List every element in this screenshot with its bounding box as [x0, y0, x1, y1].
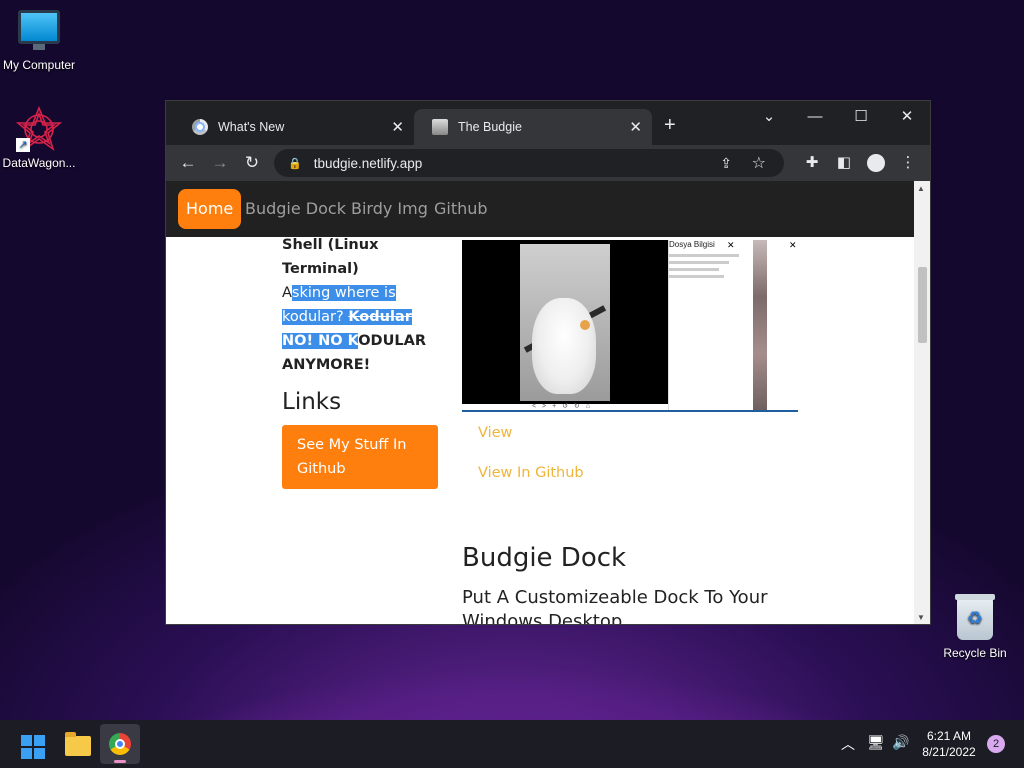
tab-strip: What's New ✕ The Budgie ✕ + ⌄ — ☐ ✕: [166, 101, 930, 145]
project-screenshot: Dosya Bilgisi ✕ ✕ < > + ↺ ↻ ⌂: [462, 240, 798, 412]
reload-button[interactable]: ↻: [240, 151, 264, 175]
back-button[interactable]: ←: [176, 151, 200, 175]
address-bar[interactable]: 🔒 tbudgie.netlify.app ⇪ ☆: [274, 149, 784, 177]
tab-title: The Budgie: [458, 120, 522, 134]
network-icon[interactable]: 🖥: [867, 734, 885, 751]
budgie-favicon: [432, 119, 448, 135]
heading-text: Terminal): [282, 261, 359, 277]
chrome-taskbar-button[interactable]: [100, 724, 140, 764]
nav-github[interactable]: Github: [434, 189, 488, 229]
view-in-github-link[interactable]: View In Github: [478, 465, 584, 481]
running-indicator: [114, 760, 126, 763]
see-my-stuff-github-button[interactable]: See My Stuff In Github: [282, 425, 438, 489]
show-hidden-icons-chevron-icon[interactable]: ︿: [841, 734, 855, 754]
lock-icon[interactable]: 🔒: [288, 157, 302, 170]
close-icon: ✕: [789, 240, 797, 250]
site-navbar: Home Budgie Dock Birdy Img Github: [166, 181, 914, 237]
links-heading: Links: [282, 389, 342, 415]
start-button[interactable]: [12, 724, 52, 764]
nav-budgie-dock[interactable]: Budgie Dock: [245, 189, 346, 229]
thumbnail-strip: [753, 240, 767, 410]
desktop-icon-recycle-bin[interactable]: ♻ Recycle Bin: [936, 594, 1014, 660]
folder-icon: [65, 732, 91, 756]
nav-birdy-img[interactable]: Birdy Img: [351, 189, 428, 229]
section-title: Budgie Dock: [462, 543, 627, 573]
emphasis-text: NO! NO KODULAR: [282, 333, 426, 349]
page-viewport: Shell (Linux Terminal) Asking where is k…: [166, 181, 914, 625]
budgie-photo: [462, 240, 668, 404]
scroll-up-arrow-icon[interactable]: ▲: [917, 184, 925, 193]
emphasis-text: ANYMORE!: [282, 357, 371, 373]
view-link[interactable]: View: [478, 425, 512, 441]
recycle-bin-icon: ♻: [955, 594, 995, 640]
scroll-thumb[interactable]: [918, 267, 927, 343]
close-icon: ✕: [727, 240, 735, 250]
tab-title: What's New: [218, 120, 285, 134]
profile-icon[interactable]: [864, 151, 888, 175]
desktop-icon-label: Recycle Bin: [943, 646, 1007, 660]
clock-time: 6:21 AM: [926, 729, 972, 743]
menu-icon[interactable]: ⋮: [896, 151, 920, 175]
close-window-button[interactable]: ✕: [884, 105, 930, 131]
desktop-icon-datawagon[interactable]: ↗ DataWagon...: [0, 105, 78, 170]
shortcut-arrow-icon: ↗: [16, 138, 30, 152]
url-text[interactable]: tbudgie.netlify.app: [314, 156, 423, 171]
extensions-icon[interactable]: ✚: [800, 151, 824, 175]
question-text: Asking where is: [282, 285, 396, 301]
desktop-icon-label: My Computer: [2, 58, 76, 72]
notification-badge[interactable]: 2: [987, 735, 1005, 753]
clock-date: 8/21/2022: [922, 745, 976, 759]
forward-button[interactable]: →: [208, 151, 232, 175]
page-scrollbar[interactable]: ▲ ▼: [914, 181, 930, 624]
new-tab-button[interactable]: +: [664, 115, 676, 135]
question-text: kodular? Kodular: [282, 309, 412, 325]
tab-whats-new[interactable]: What's New ✕: [174, 109, 414, 145]
tab-the-budgie[interactable]: The Budgie ✕: [414, 109, 652, 145]
datawagon-icon: ↗: [15, 105, 63, 152]
clock[interactable]: 6:21 AM 8/21/2022: [920, 728, 978, 760]
bookmark-star-icon[interactable]: ☆: [752, 153, 766, 173]
desktop-icon-my-computer[interactable]: My Computer: [0, 10, 78, 72]
monitor-icon: [18, 10, 60, 50]
chrome-icon: [192, 119, 208, 135]
minimize-button[interactable]: —: [792, 105, 838, 131]
side-panel-icon[interactable]: ◧: [832, 151, 856, 175]
desktop-icon-label: DataWagon...: [2, 156, 76, 170]
scroll-down-arrow-icon[interactable]: ▼: [917, 613, 925, 622]
file-info-dialog: Dosya Bilgisi ✕ ✕: [668, 240, 798, 410]
browser-toolbar: ← → ↻ 🔒 tbudgie.netlify.app ⇪ ☆ ✚ ◧ ⋮: [166, 145, 930, 181]
left-column: Shell (Linux Terminal) Asking where is k…: [282, 233, 442, 489]
taskbar: ︿ 🖥 🔊 6:21 AM 8/21/2022 2: [0, 720, 1024, 768]
maximize-button[interactable]: ☐: [838, 105, 884, 131]
volume-icon[interactable]: 🔊: [892, 734, 909, 751]
image-toolbar: < > + ↺ ↻ ⌂: [532, 403, 592, 410]
tab-search-chevron-icon[interactable]: ⌄: [746, 105, 792, 131]
dialog-title: Dosya Bilgisi: [669, 240, 715, 249]
chrome-icon: [109, 733, 131, 755]
share-icon[interactable]: ⇪: [720, 155, 732, 172]
windows-logo-icon: [21, 735, 45, 759]
tab-close-icon[interactable]: ✕: [391, 118, 404, 136]
tab-close-icon[interactable]: ✕: [629, 118, 642, 136]
nav-home[interactable]: Home: [178, 189, 242, 229]
file-explorer-button[interactable]: [57, 724, 97, 764]
section-subtitle: Put A Customizeable Dock To Your Windows…: [462, 587, 768, 625]
browser-window: What's New ✕ The Budgie ✕ + ⌄ — ☐ ✕ ← → …: [165, 100, 931, 625]
